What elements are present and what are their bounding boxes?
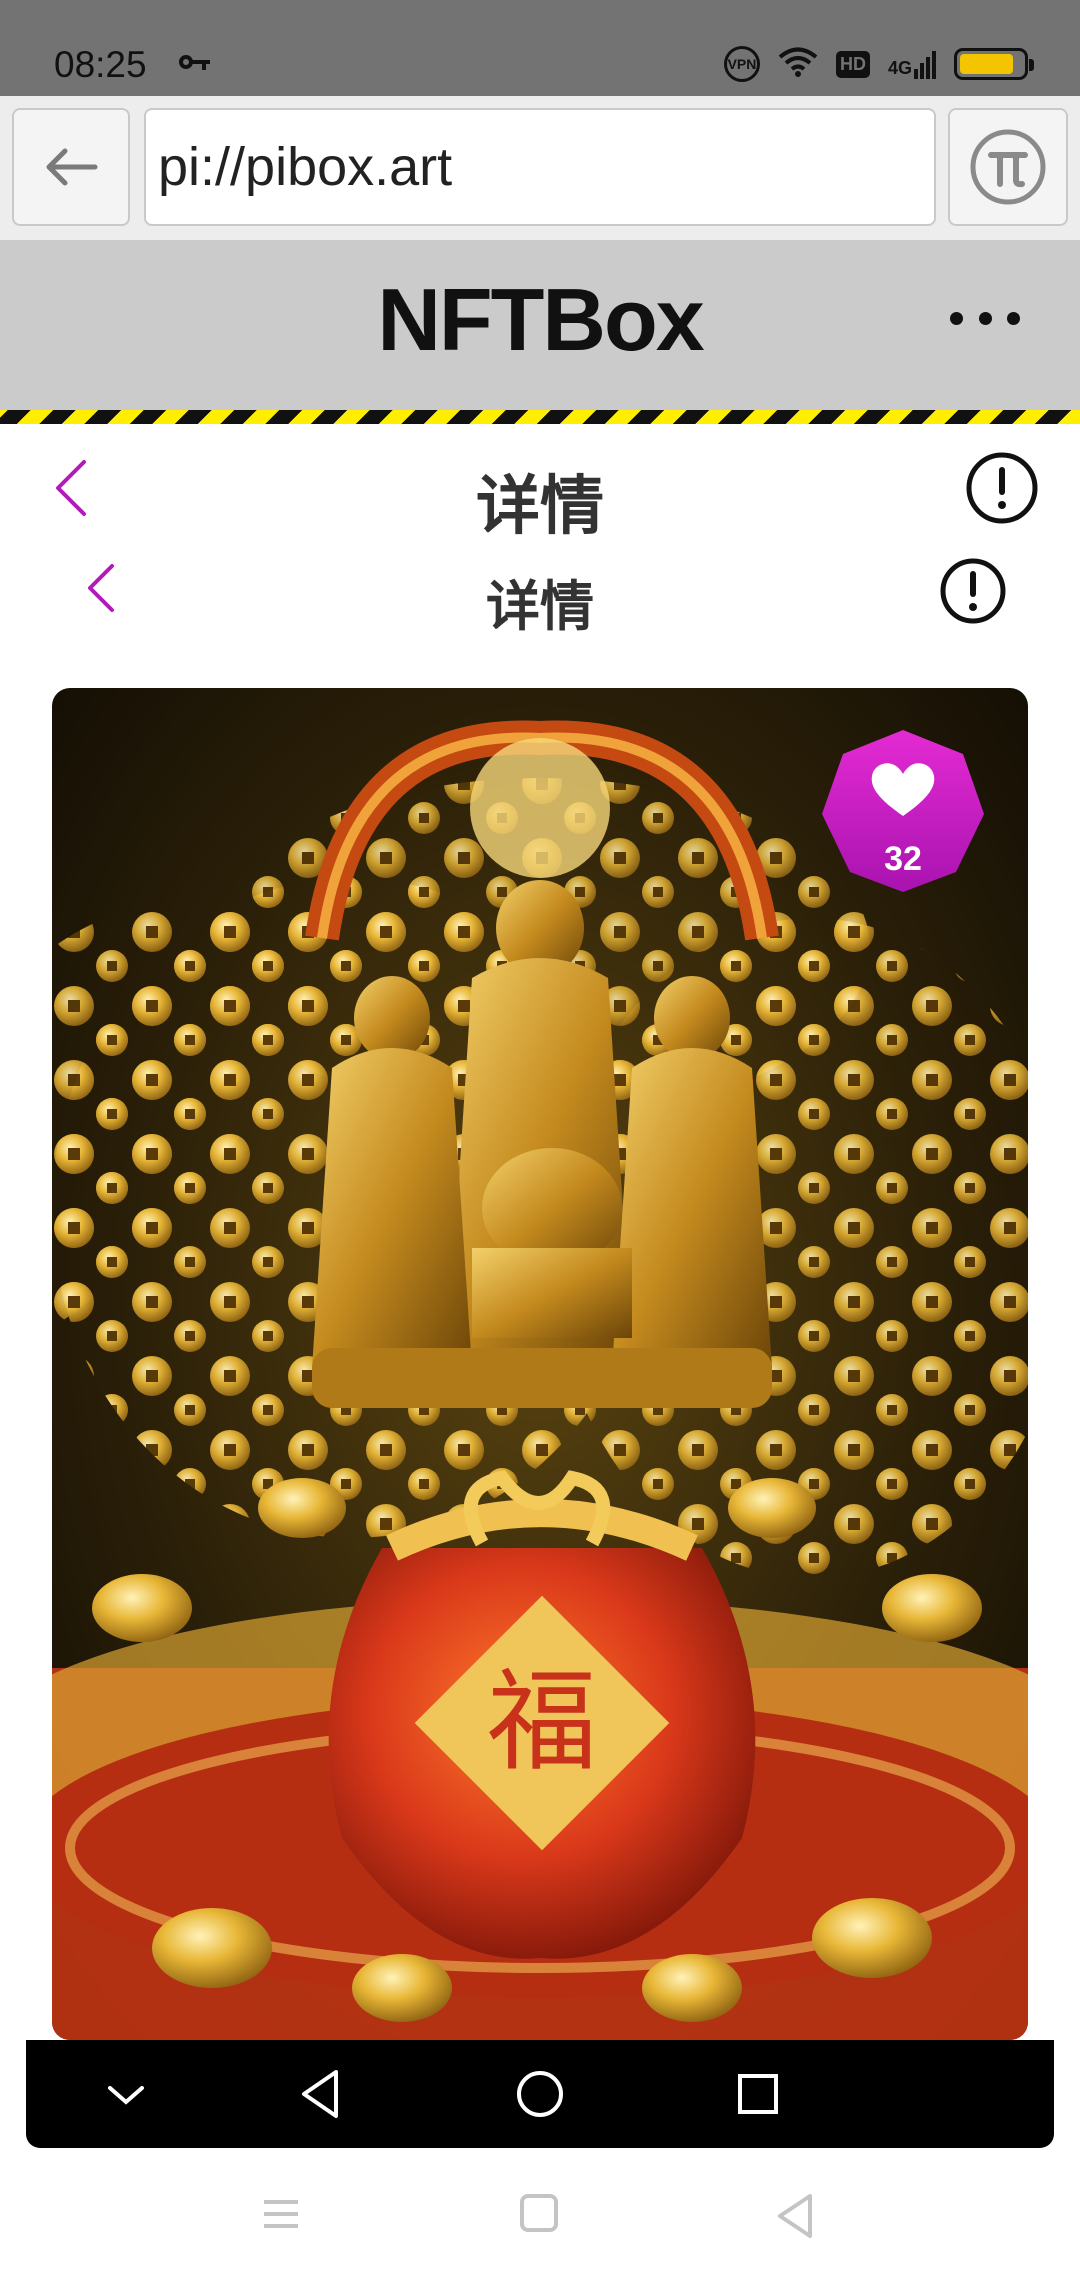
battery-icon — [954, 48, 1034, 80]
report-info-button-secondary[interactable] — [938, 556, 1008, 631]
status-icons: VPN HD 4G — [723, 44, 1034, 84]
system-back-button[interactable] — [772, 2192, 818, 2245]
like-count: 32 — [884, 840, 922, 878]
system-home-button[interactable] — [516, 2192, 562, 2241]
android-nav-overlay — [26, 2040, 1054, 2148]
menu-lines-icon — [264, 2200, 298, 2228]
more-dots-icon — [950, 311, 963, 325]
status-bar: 08:25 VPN HD 4G — [0, 0, 1080, 96]
browser-address-bar: pi://pibox.art — [0, 96, 1080, 240]
detail-page-title-secondary: 详情 — [486, 577, 594, 637]
nav-home-button[interactable] — [490, 2040, 590, 2148]
more-dot — [1007, 311, 1020, 325]
nav-collapse-button[interactable] — [76, 2040, 176, 2148]
system-navigation-bar — [0, 2148, 1080, 2280]
system-menu-button[interactable] — [258, 2194, 304, 2239]
wifi-icon — [778, 46, 818, 83]
nav-recents-button[interactable] — [708, 2040, 808, 2148]
triangle-back-icon — [778, 2194, 812, 2238]
app-header: NFTBox — [0, 240, 1080, 410]
browser-back-button[interactable] — [12, 108, 130, 226]
key-icon — [178, 52, 212, 77]
battery-level-fill — [960, 54, 1013, 74]
chevron-left-icon — [56, 460, 86, 516]
signal-icon: 4G — [888, 49, 936, 79]
chevron-down-icon — [108, 2086, 144, 2105]
detail-back-button[interactable] — [52, 458, 92, 523]
arrow-left-icon — [46, 148, 98, 186]
more-menu-button[interactable] — [950, 298, 1020, 338]
square-recents-icon — [738, 2074, 778, 2114]
report-info-button[interactable] — [964, 450, 1040, 531]
chevron-left-icon — [88, 564, 114, 612]
fu-character: 福 — [487, 1658, 597, 1786]
more-dot — [978, 311, 992, 325]
detail-page-title: 详情 — [476, 470, 604, 542]
rounded-square-icon — [520, 2194, 558, 2232]
nav-back-button[interactable] — [270, 2040, 370, 2148]
url-field[interactable]: pi://pibox.art — [144, 108, 936, 226]
hazard-stripe-divider — [0, 410, 1080, 424]
exclamation-circle-icon — [966, 452, 1038, 524]
pi-logo-icon — [970, 129, 1046, 205]
detail-back-button-secondary[interactable] — [84, 562, 120, 619]
hd-icon: HD — [835, 50, 870, 78]
network-label: 4G — [887, 58, 912, 78]
circle-home-icon — [517, 2071, 563, 2117]
app-title: NFTBox — [377, 270, 704, 369]
pi-browser-button[interactable] — [948, 108, 1068, 226]
vpn-icon: VPN — [723, 46, 760, 82]
exclamation-circle-icon — [940, 558, 1006, 624]
status-time: 08:25 — [54, 44, 147, 85]
triangle-back-icon — [302, 2070, 338, 2118]
